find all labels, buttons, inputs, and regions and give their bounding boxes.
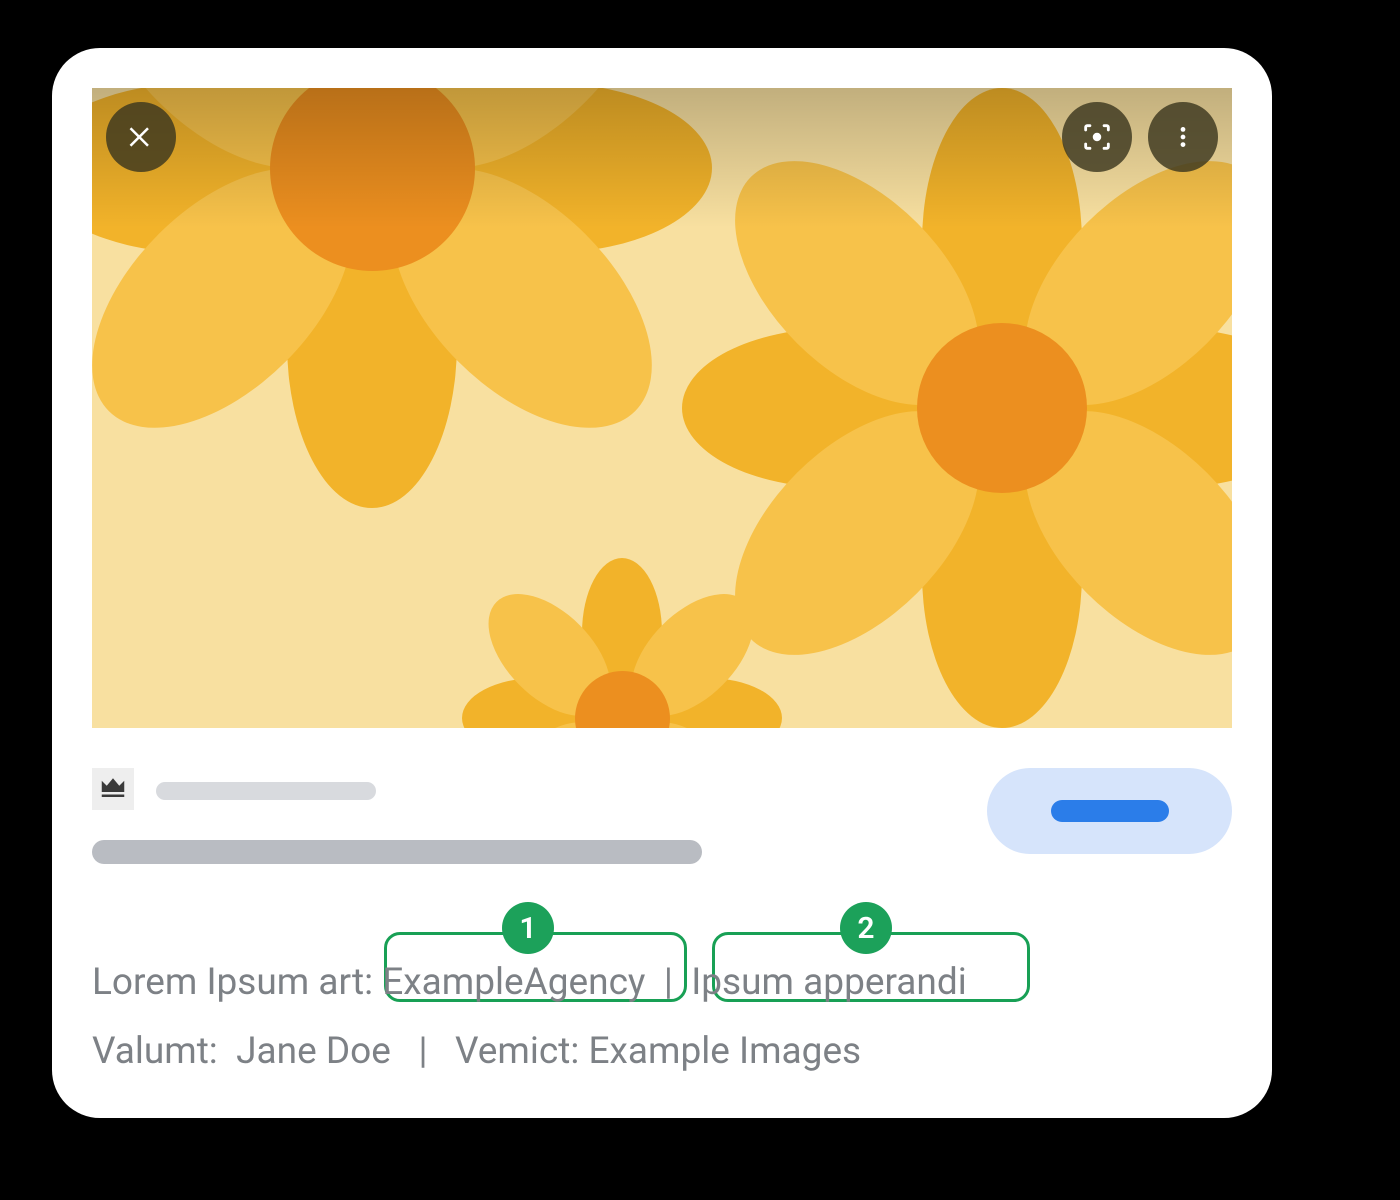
image-credits: Lorem Ipsum art: ExampleAgency | Ipsum a… [92,953,1232,1081]
lens-icon [1080,120,1114,154]
credit-separator: | [664,961,673,1004]
close-icon [126,122,156,152]
credit-vemict-value: Example Images [589,1030,862,1073]
credit-separator: | [418,1030,427,1073]
annotation-badge-2: 2 [840,902,892,954]
annotation-badge-2-label: 2 [857,911,874,946]
credit-label-art: Lorem Ipsum art: [92,961,373,1004]
cta-button[interactable] [987,768,1232,854]
source-placeholder [156,782,376,800]
hero-image[interactable] [92,88,1232,728]
close-button[interactable] [106,102,176,172]
flower-decoration [702,108,1232,708]
credit-valumt-value: Jane Doe [236,1030,391,1073]
credit-apperandi: Ipsum apperandi [691,961,967,1004]
title-placeholder [92,840,702,864]
credit-agency: ExampleAgency [382,961,645,1004]
credit-label-valumt: Valumt: [92,1030,218,1073]
annotation-badge-1-label: 1 [519,911,536,946]
licensable-badge [92,768,134,810]
flower-decoration [92,88,682,478]
annotation-badge-1: 1 [502,902,554,954]
credit-label-vemict: Vemict: [455,1030,579,1073]
crown-icon [98,772,128,806]
lens-button[interactable] [1062,102,1132,172]
more-vert-icon [1170,124,1196,150]
cta-label-placeholder [1051,800,1169,822]
more-button[interactable] [1148,102,1218,172]
image-viewer-card: 1 2 Lorem Ipsum art: ExampleAgency | Ips… [52,48,1272,1118]
